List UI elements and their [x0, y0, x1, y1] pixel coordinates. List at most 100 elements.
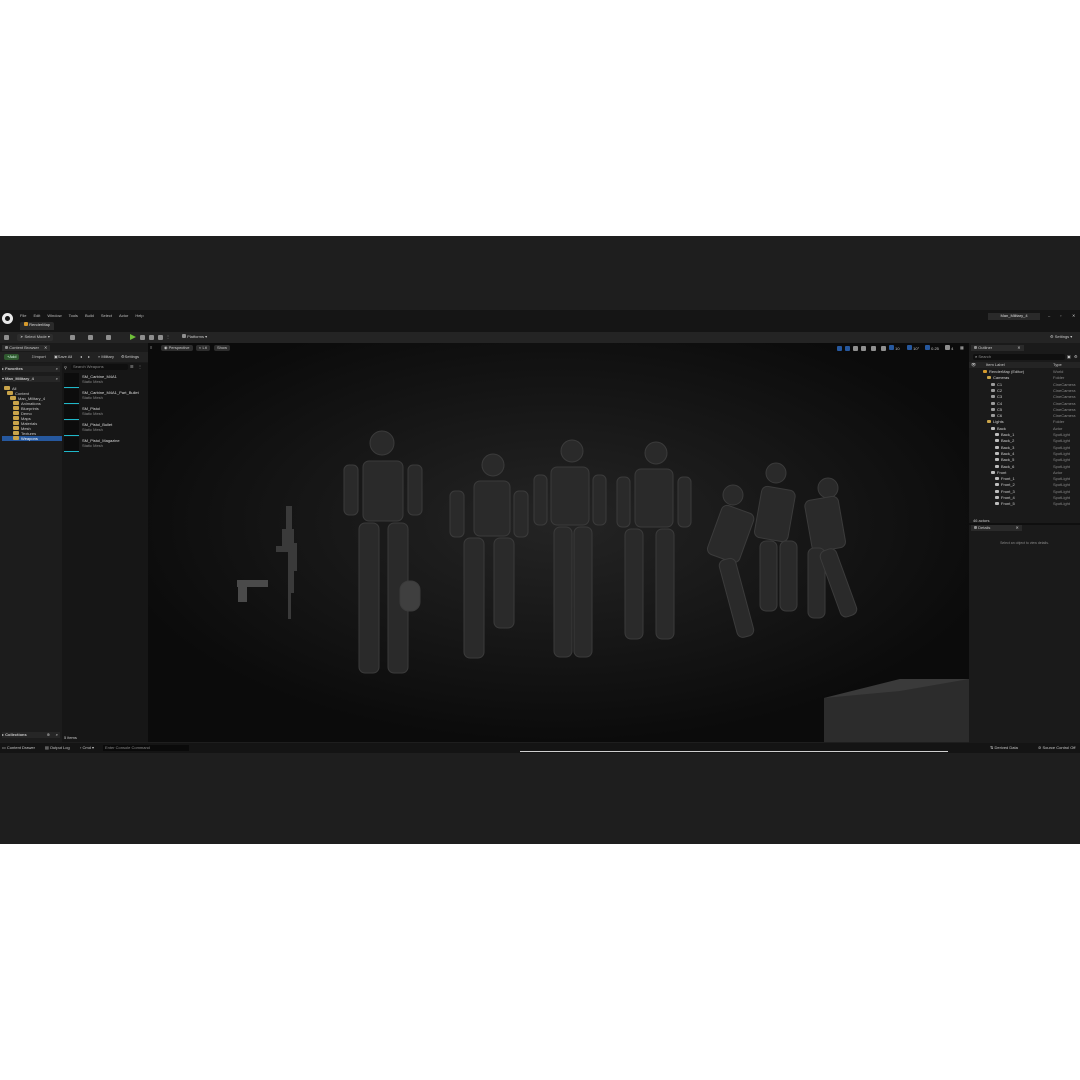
source-control-button[interactable]: ⊘ Source Control Off — [1038, 745, 1076, 750]
select-mode-button[interactable]: ➤ Select Mode ▾ — [17, 334, 53, 341]
eject-icon[interactable] — [158, 335, 163, 340]
save-all-button[interactable]: ▣Save All — [54, 354, 72, 359]
history-back-icon[interactable]: ◂ — [80, 354, 82, 359]
angle-snap-toggle[interactable]: 10° — [907, 345, 919, 351]
asset-item[interactable]: SM_Pistol_Bullet Static Mesh — [64, 421, 146, 436]
outliner-search-input[interactable]: ⌕ Search — [973, 354, 1065, 360]
grid-snap-toggle[interactable]: 10 — [889, 345, 900, 351]
content-drawer-button[interactable]: ▭ Content Drawer — [2, 745, 35, 750]
outliner-tab[interactable]: Outliner ✕ — [971, 345, 1024, 351]
content-settings-button[interactable]: ⚙Settings — [121, 354, 139, 359]
outliner-row[interactable]: RenderMap (Editor) World — [969, 369, 1080, 375]
outliner-row[interactable]: Front_4 SpotLight — [969, 495, 1080, 501]
output-log-button[interactable]: ▤ Output Log — [45, 745, 70, 750]
level-viewport[interactable]: ≡ ◉ Perspective ◐ Lit Show 10 10° 0.25 4… — [148, 343, 969, 742]
view-options-icon[interactable]: ⋮ — [138, 364, 142, 369]
save-icon[interactable] — [4, 335, 9, 340]
menu-item-actor[interactable]: Actor — [119, 313, 128, 318]
add-collection-icon[interactable]: ⊕ — [47, 732, 50, 737]
more-options-icon[interactable]: ⋮ — [166, 334, 170, 339]
outliner-row[interactable]: Front_3 SpotLight — [969, 489, 1080, 495]
add-folder-icon[interactable]: ▣ — [1067, 354, 1071, 359]
outliner-row[interactable]: Back_2 SpotLight — [969, 438, 1080, 444]
visibility-icon[interactable]: 👁 — [971, 362, 976, 367]
outliner-row[interactable]: Back Actor — [969, 426, 1080, 432]
import-button[interactable]: ⇩Import — [31, 354, 46, 359]
outliner-row[interactable]: C6 CineCamera — [969, 413, 1080, 419]
menu-item-file[interactable]: File — [20, 313, 26, 318]
lit-button[interactable]: ◐ Lit — [196, 345, 210, 351]
outliner-row[interactable]: C3 CineCamera — [969, 394, 1080, 400]
outliner-row[interactable]: Back_5 SpotLight — [969, 457, 1080, 463]
outliner-row[interactable]: C1 CineCamera — [969, 382, 1080, 388]
step-icon[interactable] — [140, 335, 145, 340]
search-icon[interactable]: ⌕ — [56, 732, 58, 737]
filter-icon[interactable]: ⚲ — [64, 365, 67, 370]
favorites-header[interactable]: ▸ Favorites ⌕ — [2, 366, 60, 372]
settings-button[interactable]: ⚙ Settings ▾ — [1050, 334, 1072, 339]
scale-snap-toggle[interactable]: 0.25 — [925, 345, 939, 351]
platforms-button[interactable]: Platforms ▾ — [182, 334, 207, 339]
outliner-row[interactable]: C5 CineCamera — [969, 407, 1080, 413]
history-forward-icon[interactable]: ▸ — [88, 354, 90, 359]
outliner-row[interactable]: Front_5 SpotLight — [969, 501, 1080, 507]
menu-item-help[interactable]: Help — [135, 313, 143, 318]
viewport-menu-icon[interactable]: ≡ — [150, 345, 152, 350]
menu-item-edit[interactable]: Edit — [33, 313, 40, 318]
translate-tool-icon[interactable] — [845, 346, 850, 351]
level-tab[interactable]: RenderMap — [20, 322, 55, 330]
details-tab[interactable]: Details ✕ — [971, 525, 1022, 531]
close-icon[interactable]: ✕ — [1072, 313, 1075, 318]
content-browser-tab[interactable]: Content Browser ✕ — [2, 345, 51, 351]
perspective-button[interactable]: ◉ Perspective — [161, 345, 193, 351]
show-button[interactable]: Show — [214, 345, 231, 351]
camera-speed-button[interactable]: 4 — [945, 345, 953, 351]
asset-search-input[interactable]: Search Weapons — [71, 364, 128, 370]
add-actor-icon[interactable] — [70, 335, 75, 340]
asset-item[interactable]: SM_Pistol Static Mesh — [64, 405, 146, 420]
cmd-dropdown[interactable]: › Cmd ▾ — [80, 745, 94, 750]
maximize-icon[interactable]: ▫ — [1060, 313, 1061, 318]
outliner-row[interactable]: C2 CineCamera — [969, 388, 1080, 394]
derived-data-button[interactable]: ⇅ Derived Data — [990, 745, 1018, 750]
search-icon[interactable]: ⌕ — [56, 366, 58, 371]
cinematics-icon[interactable] — [106, 335, 111, 340]
col-label-header[interactable]: Item Label — [986, 362, 1005, 367]
search-icon[interactable]: ⌕ — [56, 376, 58, 381]
viewport-layout-icon[interactable]: ▦ — [960, 345, 964, 350]
collections-header[interactable]: ▸ Collections ⊕ ⌕ — [2, 732, 60, 738]
outliner-row[interactable]: Back_1 SpotLight — [969, 432, 1080, 438]
rotate-tool-icon[interactable] — [853, 346, 858, 351]
menu-item-build[interactable]: Build — [85, 313, 94, 318]
outliner-row[interactable]: C4 CineCamera — [969, 401, 1080, 407]
menu-item-window[interactable]: Window — [47, 313, 61, 318]
add-button[interactable]: +Add — [4, 354, 20, 360]
asset-item[interactable]: SM_Carbine_M4A1_Part_Bullet Static Mesh — [64, 389, 146, 404]
asset-item[interactable]: SM_Carbine_M4A1 Static Mesh — [64, 373, 146, 388]
close-tab-icon[interactable]: ✕ — [44, 345, 47, 350]
world-space-icon[interactable] — [871, 346, 876, 351]
menu-item-select[interactable]: Select — [101, 313, 112, 318]
filter-list-icon[interactable]: ☰ — [130, 364, 134, 369]
unreal-logo-icon[interactable] — [2, 313, 13, 324]
menu-item-tools[interactable]: Tools — [69, 313, 78, 318]
outliner-settings-icon[interactable]: ⚙ — [1074, 354, 1078, 359]
outliner-row[interactable]: Back_6 SpotLight — [969, 464, 1080, 470]
select-tool-icon[interactable] — [837, 346, 842, 351]
blueprint-icon[interactable] — [88, 335, 93, 340]
project-root-header[interactable]: ▾ Man_Military_4 ⌕ — [2, 376, 60, 382]
minimize-icon[interactable]: – — [1048, 313, 1050, 318]
outliner-row[interactable]: Back_3 SpotLight — [969, 445, 1080, 451]
play-icon[interactable] — [130, 334, 136, 340]
outliner-row[interactable]: Lights Folder — [969, 419, 1080, 425]
outliner-row[interactable]: Back_4 SpotLight — [969, 451, 1080, 457]
asset-item[interactable]: SM_Pistol_Magazine Static Mesh — [64, 437, 146, 452]
folder-weapons[interactable]: Weapons — [2, 436, 71, 441]
outliner-row[interactable]: Front Actor — [969, 470, 1080, 476]
outliner-row[interactable]: Front_2 SpotLight — [969, 482, 1080, 488]
outliner-row[interactable]: Front_1 SpotLight — [969, 476, 1080, 482]
close-tab-icon[interactable]: ✕ — [1015, 525, 1018, 530]
breadcrumb[interactable]: » Military — [98, 354, 114, 359]
close-tab-icon[interactable]: ✕ — [1017, 345, 1020, 350]
scale-tool-icon[interactable] — [861, 346, 866, 351]
